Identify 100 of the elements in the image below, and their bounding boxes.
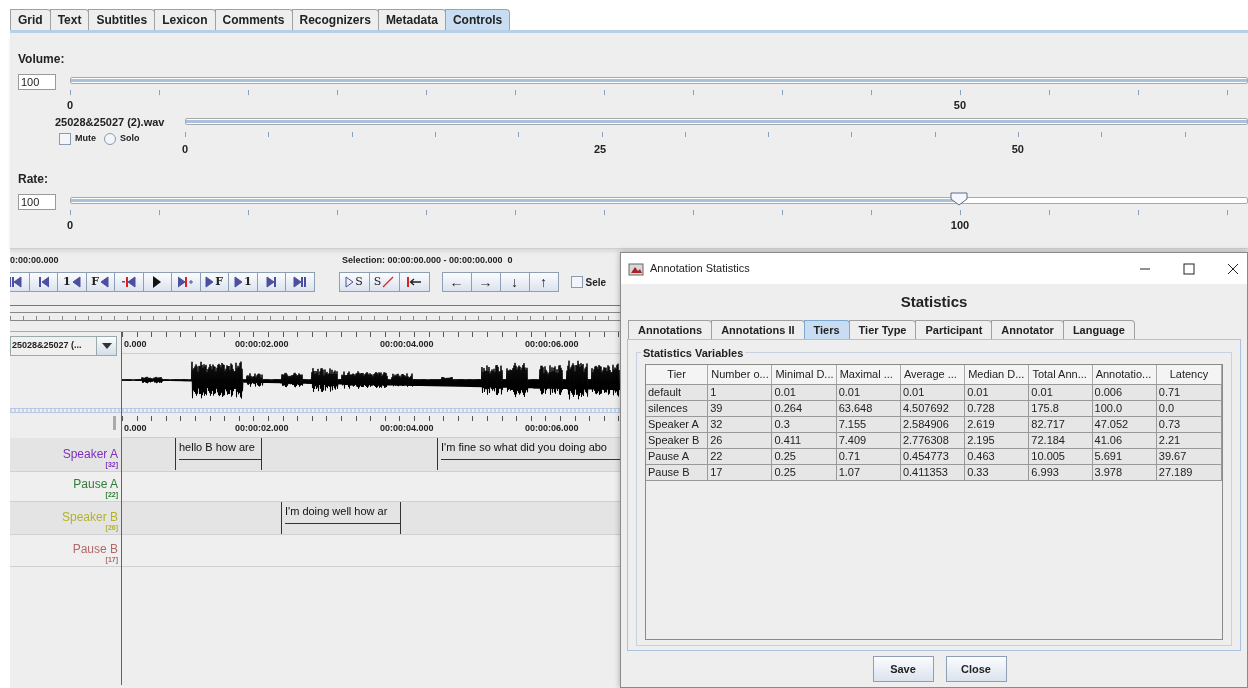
- column-header[interactable]: Tier: [646, 365, 709, 384]
- next-icon: [265, 276, 277, 288]
- tab[interactable]: Text: [49, 9, 90, 30]
- table-cell: 7.409: [836, 433, 901, 448]
- prev-icon: [37, 276, 49, 288]
- annotation[interactable]: I'm doing well how ar: [281, 502, 401, 534]
- tab[interactable]: Grid: [10, 9, 51, 30]
- table-cell: 10.005: [1029, 449, 1093, 464]
- table-cell: 0.01: [965, 385, 1030, 400]
- column-header[interactable]: Number o...: [708, 365, 773, 384]
- tab[interactable]: Lexicon: [154, 9, 216, 30]
- tab[interactable]: Tier Type: [848, 320, 917, 339]
- media-button[interactable]: [256, 272, 286, 292]
- table-cell: 1: [708, 385, 773, 400]
- column-header[interactable]: Minimal D...: [772, 365, 837, 384]
- media-button[interactable]: →: [470, 272, 501, 292]
- media-button[interactable]: [398, 272, 430, 292]
- tick-label: 100: [950, 218, 970, 233]
- media-button[interactable]: ↓: [499, 272, 530, 292]
- column-header[interactable]: Annotatio...: [1092, 365, 1157, 384]
- maximize-icon[interactable]: [1183, 262, 1195, 275]
- time-label: 00:00:04.000: [380, 338, 434, 351]
- media-button[interactable]: [171, 272, 201, 292]
- tick-label: 0: [66, 218, 74, 233]
- table-cell: 32: [708, 417, 773, 432]
- tab[interactable]: Comments: [214, 9, 293, 30]
- media-button[interactable]: ←: [441, 272, 472, 292]
- tick-label: 50: [1011, 142, 1024, 157]
- media-button[interactable]: F: [199, 272, 229, 292]
- selection-checkbox[interactable]: [570, 276, 583, 288]
- column-header[interactable]: Latency: [1156, 365, 1223, 384]
- solo-radio[interactable]: [104, 132, 116, 145]
- close-icon[interactable]: [1227, 262, 1239, 275]
- tab[interactable]: Participant: [915, 320, 993, 339]
- play-selection-icon: [345, 276, 355, 288]
- label-back-icon: [100, 276, 110, 288]
- media-button[interactable]: [114, 272, 144, 292]
- media-button[interactable]: [142, 272, 172, 292]
- table-cell: 0.25: [772, 449, 837, 464]
- tab[interactable]: Subtitles: [88, 9, 156, 30]
- table-cell: 22: [708, 449, 773, 464]
- column-header[interactable]: Average ...: [900, 365, 966, 384]
- tab[interactable]: Tiers: [803, 320, 850, 339]
- table-cell: 0.006: [1092, 385, 1157, 400]
- media-button[interactable]: ↑: [528, 272, 559, 292]
- table-cell: 47.052: [1092, 417, 1157, 432]
- column-header[interactable]: Median D...: [965, 365, 1030, 384]
- media-button[interactable]: S: [338, 272, 370, 292]
- table-cell: 0.411353: [900, 465, 966, 480]
- media-button[interactable]: [285, 272, 315, 292]
- selection-readout: Selection: 00:00:00.000 - 00:00:00.000 0: [342, 253, 513, 267]
- table-cell: 0.264: [772, 401, 837, 416]
- resize-handle[interactable]: [113, 416, 116, 430]
- tab[interactable]: Language: [1062, 320, 1135, 339]
- table-cell: Pause A: [646, 449, 709, 464]
- table-cell: 39.67: [1156, 449, 1222, 464]
- time-label: 00:00:06.000: [525, 422, 579, 435]
- table-cell: 1.07: [836, 465, 901, 480]
- tick-label: 25: [593, 142, 607, 157]
- table-cell: 27.189: [1156, 465, 1222, 480]
- tab[interactable]: Metadata: [377, 9, 446, 30]
- slider-thumb[interactable]: [950, 192, 969, 206]
- media-button[interactable]: [28, 272, 58, 292]
- table-cell: 0.73: [1156, 417, 1222, 432]
- mute-checkbox[interactable]: [59, 132, 71, 145]
- table-cell: 0.01: [1029, 385, 1093, 400]
- media-button[interactable]: F: [85, 272, 115, 292]
- media-button[interactable]: 1: [228, 272, 258, 292]
- table-cell: 2.195: [965, 433, 1030, 448]
- value-field[interactable]: 100: [18, 74, 56, 90]
- table-cell: 72.184: [1029, 433, 1093, 448]
- track-dropdown[interactable]: 25028&25027 (...: [10, 336, 117, 356]
- dialog-button[interactable]: Close: [945, 656, 1007, 682]
- table-cell: 7.155: [836, 417, 901, 432]
- slider-track[interactable]: [70, 197, 1248, 204]
- media-button[interactable]: S: [368, 272, 400, 292]
- media-button[interactable]: 1: [57, 272, 87, 292]
- tab[interactable]: Recognizers: [291, 9, 379, 30]
- tab[interactable]: Controls: [444, 9, 511, 30]
- tier-name[interactable]: Speaker A: [62, 448, 118, 461]
- table-cell: 175.8: [1029, 401, 1093, 416]
- tier-name[interactable]: Pause B: [72, 543, 118, 556]
- table-cell: 0.728: [965, 401, 1030, 416]
- column-header[interactable]: Maximal ...: [836, 365, 901, 384]
- table-cell: 5.691: [1092, 449, 1157, 464]
- slider-label: Volume:: [18, 51, 66, 65]
- annotation[interactable]: hello B how are: [175, 438, 262, 470]
- dialog-button[interactable]: Save: [872, 656, 934, 682]
- table-cell: 2.776308: [900, 433, 966, 448]
- time-display: 0:00:00.000: [10, 253, 60, 267]
- slider-label: Rate:: [18, 171, 49, 185]
- table-cell: 2.21: [1156, 433, 1222, 448]
- column-header[interactable]: Total Ann...: [1029, 365, 1093, 384]
- dialog-heading: Statistics: [900, 291, 968, 312]
- tier-name[interactable]: Pause A: [73, 478, 118, 491]
- play-icon: [152, 276, 163, 288]
- label-fwd-icon: [205, 276, 215, 288]
- table-cell: 17: [708, 465, 773, 480]
- tab[interactable]: Annotations: [628, 320, 713, 339]
- value-field[interactable]: 100: [18, 194, 56, 210]
